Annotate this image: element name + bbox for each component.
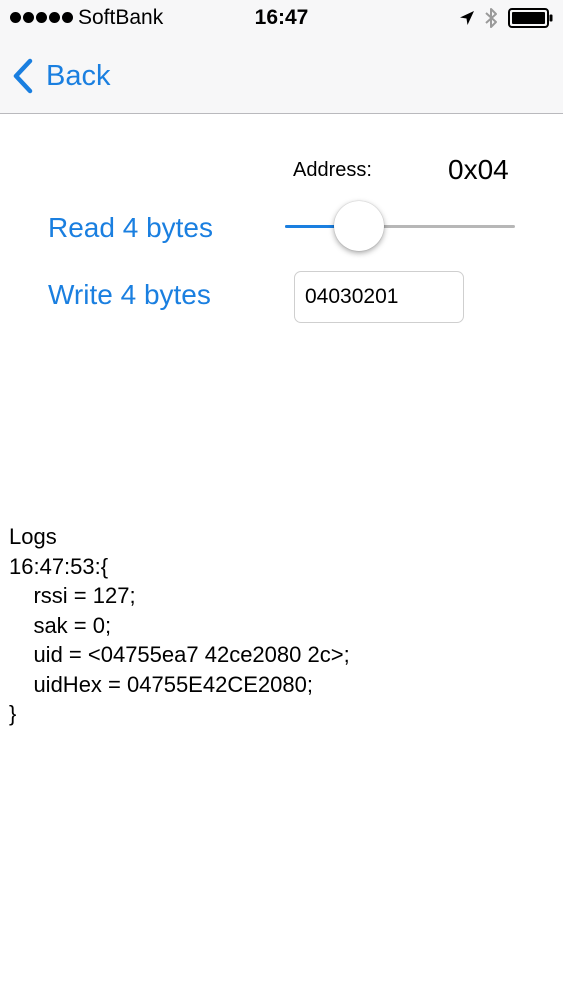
- bluetooth-icon: [485, 8, 497, 28]
- navigation-bar: Back: [0, 38, 563, 114]
- slider-thumb[interactable]: [333, 201, 384, 251]
- address-value: 0x04: [448, 154, 509, 185]
- read-4-bytes-button[interactable]: Read 4 bytes: [48, 212, 213, 244]
- back-button[interactable]: Back: [12, 54, 110, 98]
- battery-icon: [508, 8, 553, 28]
- log-line: uid = <04755ea7 42ce2080 2c>;: [9, 642, 350, 667]
- write-bytes-field[interactable]: [294, 271, 464, 323]
- status-time: 16:47: [254, 6, 309, 29]
- log-line: rssi = 127;: [9, 583, 136, 608]
- chevron-left-icon: [13, 58, 33, 94]
- location-arrow-icon: [460, 11, 474, 25]
- status-bar: SoftBank 16:47: [0, 0, 563, 38]
- log-line: 16:47:53:{: [9, 553, 109, 579]
- log-line: uidHex = 04755E42CE2080;: [9, 671, 313, 697]
- logs-title: Logs: [9, 524, 57, 549]
- logs-panel: Logs 16:47:53:{ rssi = 127; sak = 0; uid …: [9, 522, 549, 729]
- back-label: Back: [46, 59, 111, 92]
- log-line: }: [9, 701, 17, 726]
- address-label: Address:: [293, 159, 372, 181]
- log-line: sak = 0;: [9, 612, 112, 638]
- address-slider[interactable]: [285, 200, 515, 252]
- write-4-bytes-button[interactable]: Write 4 bytes: [48, 279, 211, 311]
